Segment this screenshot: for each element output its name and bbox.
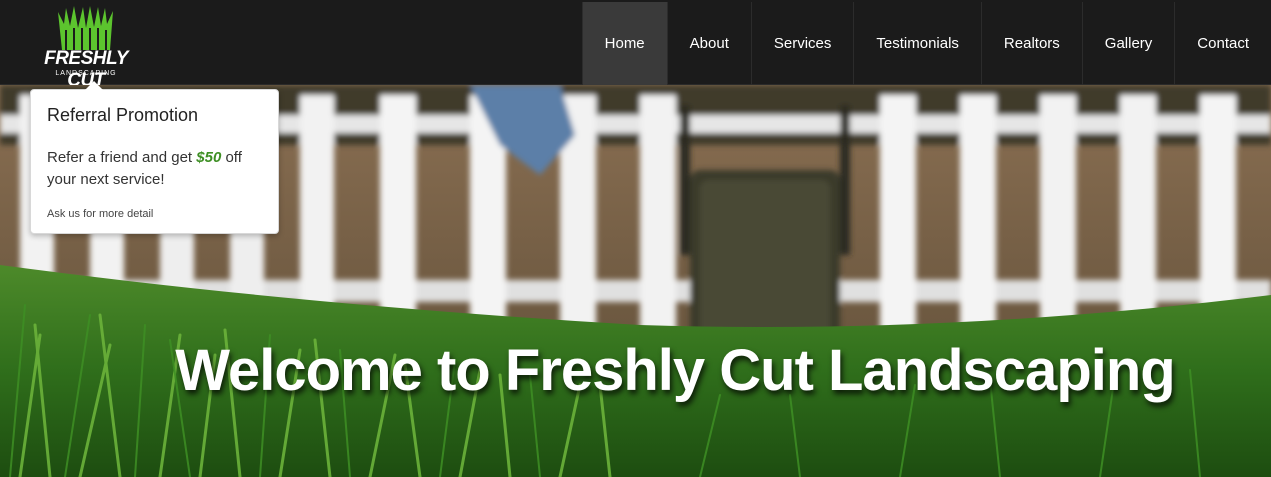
- popover-body: Refer a friend and get $50 off your next…: [47, 147, 269, 191]
- brand-subtitle: LANDSCAPING: [55, 70, 117, 77]
- nav-about[interactable]: About: [666, 2, 751, 85]
- popover-title: Referral Promotion: [47, 105, 199, 125]
- promo-amount: $50: [196, 149, 222, 166]
- popover-arrow: [85, 81, 103, 90]
- promo-text-prefix: Refer a friend and get: [47, 149, 197, 166]
- grass-logo-icon: [58, 6, 113, 50]
- nav-home[interactable]: Home: [581, 2, 667, 85]
- nav-testimonials[interactable]: Testimonials: [853, 2, 981, 85]
- nav-realtors[interactable]: Realtors: [980, 2, 1082, 85]
- brand-logo[interactable]: FRESHLY CUT LANDSCAPING: [26, 4, 146, 91]
- nav-contact[interactable]: Contact: [1174, 2, 1271, 85]
- hero-title: Welcome to Freshly Cut Landscaping: [175, 338, 1175, 403]
- popover-note: Ask us for more detail: [47, 208, 154, 220]
- nav-services[interactable]: Services: [750, 2, 854, 85]
- main-nav: Home About Services Testimonials Realtor…: [581, 2, 1271, 85]
- top-navbar: FRESHLY CUT LANDSCAPING Home About Servi…: [0, 0, 1271, 91]
- nav-gallery[interactable]: Gallery: [1081, 2, 1175, 85]
- referral-promotion-popover: Referral Promotion Refer a friend and ge…: [30, 81, 279, 234]
